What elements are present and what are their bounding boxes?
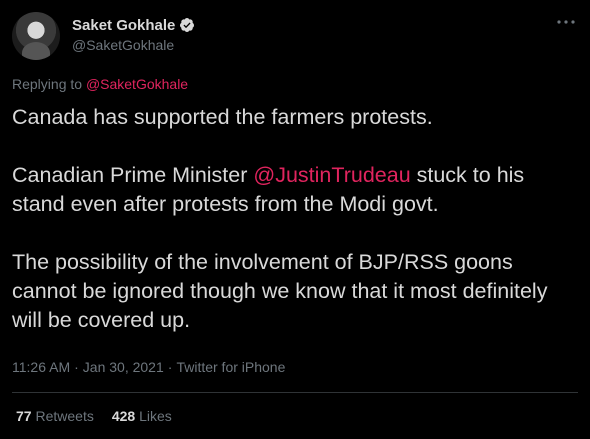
- tweet-header: Saket Gokhale @SaketGokhale: [12, 12, 578, 60]
- divider: [12, 392, 578, 393]
- likes-label: Likes: [139, 408, 172, 424]
- replying-to-handle-link[interactable]: @SaketGokhale: [86, 76, 188, 92]
- meta-separator: ·: [74, 359, 79, 375]
- meta-separator: ·: [167, 359, 173, 375]
- retweets-count: 77: [16, 408, 32, 424]
- tweet-paragraph-1: Canada has supported the farmers protest…: [12, 105, 433, 129]
- likes-stat[interactable]: 428 Likes: [112, 408, 172, 424]
- tweet-time[interactable]: 11:26 AM: [12, 359, 70, 375]
- tweet-paragraph-2: Canadian Prime Minister @JustinTrudeau s…: [12, 161, 578, 219]
- tweet-paragraph-3: The possibility of the involvement of BJ…: [12, 250, 548, 332]
- verified-badge-icon: [180, 18, 195, 32]
- replying-to-prefix: Replying to: [12, 76, 86, 92]
- display-name-row: Saket Gokhale: [72, 15, 195, 35]
- author-handle[interactable]: @SaketGokhale: [72, 37, 195, 53]
- mention-link[interactable]: @JustinTrudeau: [253, 163, 410, 187]
- engagement-stats: 77 Retweets 428 Likes: [16, 408, 190, 424]
- more-options-icon[interactable]: [554, 14, 578, 30]
- tweet-text: Canada has supported the farmers protest…: [12, 103, 578, 335]
- tweet-paragraph-2-before: Canadian Prime Minister: [12, 163, 254, 187]
- avatar[interactable]: [12, 12, 60, 60]
- replying-to: Replying to @SaketGokhale: [12, 76, 188, 92]
- author-names: Saket Gokhale @SaketGokhale: [72, 15, 195, 53]
- retweets-stat[interactable]: 77 Retweets: [16, 408, 94, 424]
- tweet-source[interactable]: Twitter for iPhone: [176, 359, 285, 375]
- retweets-label: Retweets: [35, 408, 94, 424]
- display-name[interactable]: Saket Gokhale: [72, 17, 175, 34]
- tweet-metadata: 11:26 AM · Jan 30, 2021 · Twitter for iPhone: [12, 359, 285, 375]
- tweet-date[interactable]: Jan 30, 2021: [83, 359, 164, 375]
- likes-count: 428: [111, 408, 136, 424]
